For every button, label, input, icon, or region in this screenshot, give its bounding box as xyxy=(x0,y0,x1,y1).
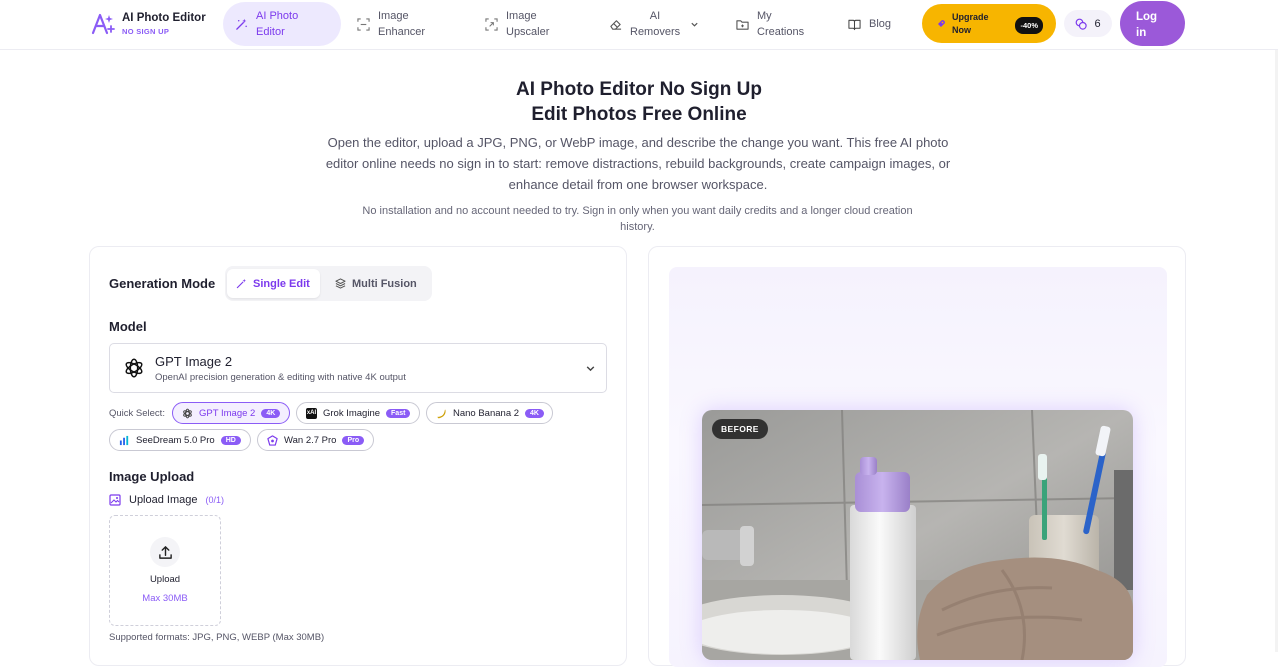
book-icon xyxy=(848,19,861,30)
editor-panel: Generation Mode Single Edit Multi Fusion… xyxy=(89,246,627,666)
mode-single-edit[interactable]: Single Edit xyxy=(227,269,320,298)
wan-icon xyxy=(267,434,278,446)
coins-icon xyxy=(1076,18,1088,30)
chevron-down-icon xyxy=(586,366,595,372)
nav-label: AI Photo Editor xyxy=(256,10,299,38)
upload-image-label: Upload Image xyxy=(129,494,198,506)
quick-select-grok-imagine[interactable]: xAI Grok Imagine Fast xyxy=(296,402,420,424)
folder-icon xyxy=(736,19,749,30)
upscale-frame-icon xyxy=(485,17,498,31)
nav-blog[interactable]: Blog xyxy=(848,2,908,46)
openai-icon xyxy=(125,358,143,378)
mode-multi-fusion[interactable]: Multi Fusion xyxy=(335,269,417,298)
model-description: OpenAI precision generation & editing wi… xyxy=(155,372,406,383)
enhance-frame-icon xyxy=(357,17,370,31)
quick-select-seedream-5-pro[interactable]: SeeDream 5.0 Pro HD xyxy=(109,429,251,451)
quick-select-nano-banana-2[interactable]: Nano Banana 2 4K xyxy=(426,402,553,424)
chip-label: GPT Image 2 xyxy=(199,407,256,419)
nav-label: Image Upscaler xyxy=(506,10,550,38)
nav-my-creations[interactable]: My Creations xyxy=(736,2,826,46)
model-name: GPT Image 2 xyxy=(155,354,233,369)
hero-description: Open the editor, upload a JPG, PNG, or W… xyxy=(325,135,951,192)
eraser-icon xyxy=(610,19,622,30)
image-upload-label: Image Upload xyxy=(109,469,195,484)
nav-label: Blog xyxy=(869,18,892,30)
login-button[interactable]: Log in xyxy=(1120,1,1185,46)
chip-tag: 4K xyxy=(261,408,281,418)
chip-label: SeeDream 5.0 Pro xyxy=(136,434,215,446)
upload-image-row: Upload Image (0/1) xyxy=(109,494,224,506)
chip-tag: Fast xyxy=(386,408,411,418)
nav-label: Image Enhancer xyxy=(378,10,426,38)
mode-multi-label: Multi Fusion xyxy=(352,277,417,290)
nav-image-enhancer[interactable]: Image Enhancer xyxy=(357,2,457,46)
nav-image-upscaler[interactable]: Image Upscaler xyxy=(485,2,585,46)
upload-icon-wrap xyxy=(150,537,180,567)
supported-formats: Supported formats: JPG, PNG, WEBP (Max 3… xyxy=(109,632,325,643)
chip-tag: 4K xyxy=(525,408,544,418)
quick-select-gpt-image-2[interactable]: GPT Image 2 4K xyxy=(172,402,290,424)
page-title: AI Photo Editor No Sign Up Edit Photos F… xyxy=(516,79,762,125)
quick-select-wan-2-7-pro[interactable]: Wan 2.7 Pro Pro xyxy=(257,429,374,451)
chip-label: Grok Imagine xyxy=(323,407,381,419)
magic-wand-icon xyxy=(236,18,247,30)
logo-icon xyxy=(91,13,115,35)
upload-icon xyxy=(158,545,172,559)
upgrade-label: Upgrade Now xyxy=(952,11,989,35)
nav-ai-removers[interactable]: AI Removers xyxy=(609,2,709,46)
rocket-icon xyxy=(938,19,945,27)
chip-tag: Pro xyxy=(342,435,365,445)
mode-single-label: Single Edit xyxy=(253,277,310,290)
magic-wand-icon xyxy=(236,278,246,289)
bathroom-photo xyxy=(702,410,1133,660)
credits-value: 6 xyxy=(1094,17,1101,30)
layers-icon xyxy=(335,278,346,289)
chip-tag: HD xyxy=(220,435,241,445)
chip-label: Wan 2.7 Pro xyxy=(284,434,337,446)
top-navbar: AI Photo Editor NO SIGN UP AI Photo Edit… xyxy=(0,0,1278,50)
upload-dropzone[interactable]: Upload Max 30MB xyxy=(109,515,221,626)
before-image[interactable]: BEFORE xyxy=(702,410,1133,660)
nav-ai-photo-editor[interactable]: AI Photo Editor xyxy=(223,2,341,46)
credits-counter[interactable]: 6 xyxy=(1064,10,1112,37)
login-label: Log in xyxy=(1136,11,1158,39)
logo-subtitle: NO SIGN UP xyxy=(122,26,170,36)
preview-panel: BEFORE xyxy=(648,246,1186,667)
model-label: Model xyxy=(109,319,147,334)
nav-label: AI Removers xyxy=(630,10,681,38)
banana-icon xyxy=(436,408,447,419)
openai-icon xyxy=(182,408,193,419)
seedream-icon xyxy=(119,435,130,446)
logo-title: AI Photo Editor xyxy=(122,12,206,24)
upload-button-label: Upload xyxy=(149,574,181,585)
image-icon xyxy=(109,494,121,506)
generation-mode-toggle: Single Edit Multi Fusion xyxy=(225,266,432,301)
upgrade-button[interactable]: Upgrade Now -40% xyxy=(922,4,1056,43)
generation-mode-label: Generation Mode xyxy=(109,276,216,291)
model-select[interactable]: GPT Image 2 OpenAI precision generation … xyxy=(109,343,607,393)
xai-icon: xAI xyxy=(306,407,317,419)
upload-count: (0/1) xyxy=(205,495,225,505)
hero-note: No installation and no account needed to… xyxy=(362,205,913,233)
discount-badge: -40% xyxy=(1015,17,1043,34)
chevron-down-icon xyxy=(691,22,698,27)
chip-label: Nano Banana 2 xyxy=(453,407,520,419)
quick-select-label: Quick Select: xyxy=(109,408,165,419)
logo[interactable]: AI Photo Editor NO SIGN UP xyxy=(90,11,206,37)
upload-max-size: Max 30MB xyxy=(142,593,188,604)
nav-label: My Creations xyxy=(757,10,805,38)
before-badge: BEFORE xyxy=(712,419,768,439)
